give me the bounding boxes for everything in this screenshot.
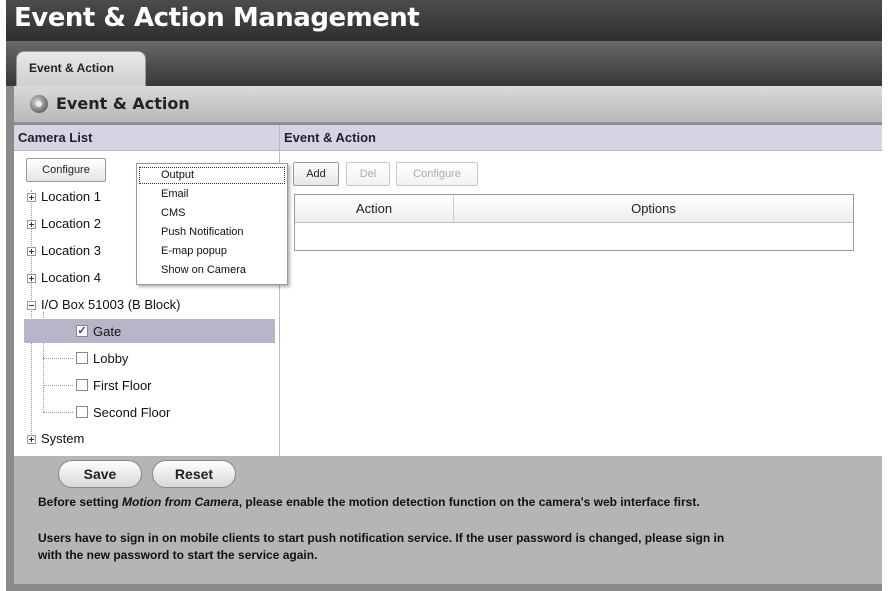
tree-item-io-box[interactable]: I/O Box 51003 (B Block)	[41, 297, 180, 312]
camera-list-header: Camera List	[14, 125, 280, 151]
title-bar: Event & Action Management	[6, 0, 882, 41]
event-gear-icon	[30, 95, 48, 113]
panel-title: Event & Action	[56, 94, 190, 113]
checkbox-gate[interactable]: ✓	[76, 325, 88, 337]
del-button[interactable]: Del	[346, 162, 390, 186]
motion-note: Before setting Motion from Camera, pleas…	[38, 495, 700, 509]
checkbox-second-floor[interactable]	[76, 406, 88, 418]
tree-item-location-1[interactable]: Location 1	[41, 189, 101, 204]
configure-camera-button[interactable]: Configure	[26, 158, 106, 182]
footer-panel	[14, 456, 882, 584]
add-button[interactable]: Add	[293, 162, 339, 186]
menu-item-output[interactable]: Output	[139, 167, 285, 184]
expand-icon[interactable]	[27, 247, 36, 256]
tree-item-lobby[interactable]: Lobby	[93, 351, 128, 366]
event-action-header: Event & Action	[280, 125, 882, 151]
tree-item-system[interactable]: System	[41, 431, 84, 446]
motion-from-camera-text: Motion from Camera	[122, 495, 239, 509]
tab-event-action[interactable]: Event & Action	[16, 51, 146, 86]
window-title: Event & Action Management	[14, 3, 420, 33]
tree-item-location-3[interactable]: Location 3	[41, 243, 101, 258]
menu-item-push-notification[interactable]: Push Notification	[161, 226, 244, 238]
menu-item-email[interactable]: Email	[161, 188, 189, 200]
tree-item-location-4[interactable]: Location 4	[41, 270, 101, 285]
expand-icon[interactable]	[27, 193, 36, 202]
tree-item-gate[interactable]: Gate	[93, 324, 121, 339]
tree-item-first-floor[interactable]: First Floor	[93, 378, 152, 393]
tree-item-second-floor[interactable]: Second Floor	[93, 405, 170, 420]
action-table: Action Options	[294, 194, 854, 251]
collapse-icon[interactable]	[27, 301, 36, 310]
reset-button[interactable]: Reset	[152, 460, 236, 488]
column-header-options[interactable]: Options	[454, 195, 853, 223]
save-button[interactable]: Save	[58, 460, 142, 488]
push-note-line-1: Users have to sign in on mobile clients …	[38, 531, 725, 545]
checkbox-lobby[interactable]	[76, 352, 88, 364]
expand-icon[interactable]	[27, 274, 36, 283]
tab-bar: Event & Action	[6, 41, 882, 86]
column-header-action[interactable]: Action	[295, 195, 454, 223]
push-note-line-2: with the new password to start the servi…	[38, 548, 318, 562]
checkbox-first-floor[interactable]	[76, 379, 88, 391]
menu-item-emap-popup[interactable]: E-map popup	[161, 245, 227, 257]
selected-row-highlight	[24, 319, 275, 343]
panel-header: Event & Action	[14, 86, 882, 123]
menu-item-cms[interactable]: CMS	[161, 207, 185, 219]
expand-icon[interactable]	[27, 220, 36, 229]
expand-icon[interactable]	[27, 435, 36, 444]
menu-item-show-on-camera[interactable]: Show on Camera	[161, 264, 246, 276]
configure-action-button[interactable]: Configure	[396, 162, 478, 186]
tree-item-location-2[interactable]: Location 2	[41, 216, 101, 231]
configure-menu: Output Email CMS Push Notification E-map…	[136, 163, 288, 285]
